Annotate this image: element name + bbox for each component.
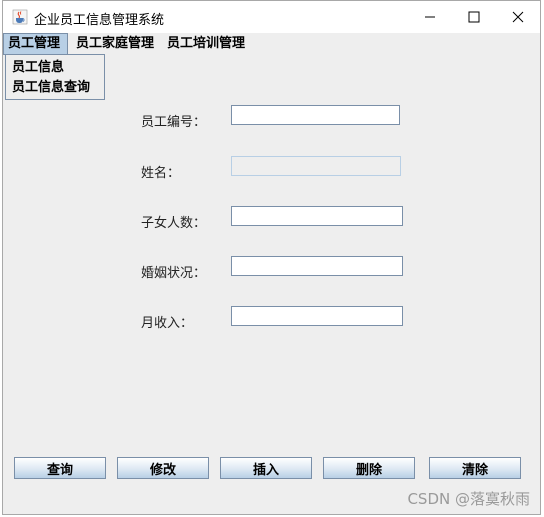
employee-management-dropdown: 员工信息 员工信息查询 [5, 54, 105, 100]
menu-item-employee-query[interactable]: 员工信息查询 [6, 78, 104, 98]
java-coffee-icon [12, 9, 28, 25]
query-button[interactable]: 查询 [14, 457, 106, 479]
employee-id-label: 员工编号： [141, 115, 207, 130]
marital-status-label: 婚姻状况： [141, 266, 207, 281]
marital-status-field[interactable] [231, 256, 403, 276]
menu-training-management[interactable]: 员工培训管理 [163, 33, 249, 55]
minimize-button[interactable] [407, 1, 453, 33]
menu-employee-management[interactable]: 员工管理 [3, 33, 68, 55]
menu-item-employee-info[interactable]: 员工信息 [6, 58, 104, 78]
title-bar: 企业员工信息管理系统 [3, 1, 540, 33]
modify-button[interactable]: 修改 [117, 457, 209, 479]
window-title: 企业员工信息管理系统 [34, 13, 165, 28]
insert-button[interactable]: 插入 [220, 457, 312, 479]
monthly-income-field[interactable] [231, 306, 403, 326]
name-field[interactable] [231, 156, 401, 176]
name-label: 姓名： [141, 166, 181, 181]
csdn-watermark: CSDN @落寞秋雨 [407, 490, 530, 508]
maximize-button[interactable] [451, 1, 497, 33]
close-icon [512, 8, 524, 27]
app-window: 企业员工信息管理系统 员工管理 员工家庭管理 员工培训管理 员工信息 员工信息查… [2, 0, 541, 515]
monthly-income-label: 月收入： [141, 316, 194, 331]
clear-button[interactable]: 清除 [429, 457, 521, 479]
children-count-label: 子女人数： [141, 216, 207, 231]
close-button[interactable] [495, 1, 541, 33]
children-count-field[interactable] [231, 206, 403, 226]
delete-button[interactable]: 删除 [323, 457, 415, 479]
employee-id-field[interactable] [231, 105, 400, 125]
minimize-icon [424, 8, 436, 27]
menu-family-management[interactable]: 员工家庭管理 [72, 33, 158, 55]
menu-bar: 员工管理 员工家庭管理 员工培训管理 [3, 33, 540, 55]
maximize-icon [468, 8, 480, 27]
